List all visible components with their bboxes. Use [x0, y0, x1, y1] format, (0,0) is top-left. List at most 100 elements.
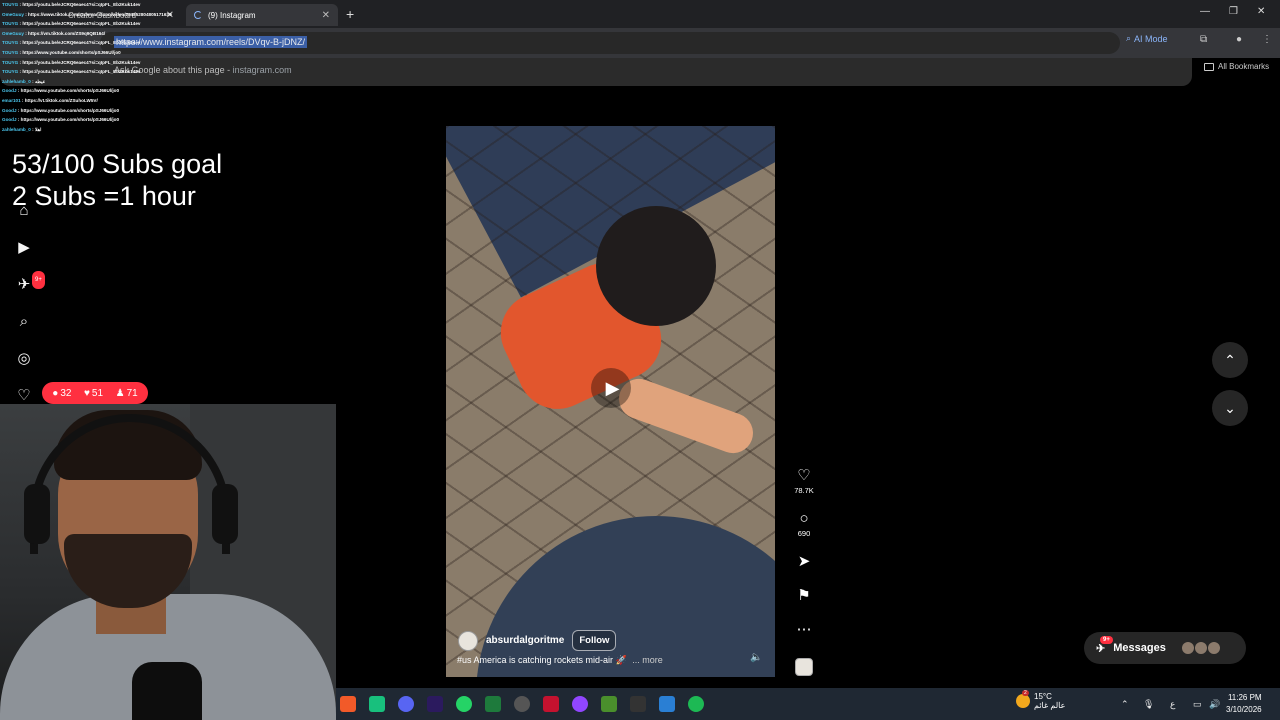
more-link[interactable]: ... more	[632, 655, 663, 665]
chat-message: emar101 : https://vt.tiktok.com/ZSuhoLW5…	[2, 97, 98, 103]
bookmark-icon: ⚑	[797, 587, 811, 604]
message-avatars	[1181, 642, 1220, 654]
profile-icon[interactable]: ●	[1236, 34, 1242, 45]
adobe-icon[interactable]	[543, 696, 559, 712]
play-icon[interactable]: ▶	[591, 368, 631, 408]
weather-widget[interactable]: 2 15°C عالم غائم	[1016, 690, 1065, 710]
address-bar[interactable]: https://www.instagram.com/reels/DVqv-B-j…	[100, 32, 1120, 54]
tab-instagram[interactable]: (9) Instagram ✕	[186, 4, 338, 26]
chat-message: OmeGuuy : https://www.tiktok.com/@demar.…	[2, 10, 172, 20]
chat-username: emar101	[2, 97, 21, 103]
minimize-icon[interactable]: —	[1200, 6, 1210, 17]
chat-text: https://www.youtube.com/shorts/pSJ66Ul/j…	[20, 107, 119, 113]
volume-icon[interactable]: 🔊	[1209, 699, 1220, 710]
notifications-heart-icon[interactable]: ♡	[16, 388, 32, 404]
reel-video[interactable]: ▶ absurdalgoritme Follow #us America is …	[446, 92, 775, 677]
goal-line: 53/100 Subs goal	[12, 149, 223, 179]
network-icon[interactable]: ▭	[1193, 699, 1202, 710]
search-icon: ⌕	[1126, 33, 1132, 43]
activity-popup[interactable]: ● 32 ♥ 51 ♟ 71	[42, 382, 148, 404]
chat-message: TOUYG : https://www.youtube.com/shorts/p…	[2, 49, 121, 55]
next-reel-button[interactable]: ⌄	[1212, 390, 1248, 426]
time: 11:26 PM	[1227, 693, 1262, 702]
follow-button[interactable]: Follow	[572, 630, 617, 651]
messages-button[interactable]: ✈ 9+ Messages	[1084, 632, 1246, 664]
share-button[interactable]: ➤	[790, 554, 818, 570]
minecraft-icon[interactable]	[601, 696, 617, 712]
chat-message: OmeGuuy : https://vm.tiktok.com/ZS9q9QB1…	[2, 30, 106, 36]
explore-icon[interactable]: ◎	[16, 351, 32, 367]
heart-icon: ♥	[83, 387, 90, 399]
maximize-icon[interactable]: ❐	[1229, 6, 1238, 17]
app-icon[interactable]	[659, 696, 675, 712]
caption-text: #us America is catching rockets mid-air …	[457, 655, 627, 665]
all-bookmarks-button[interactable]: All Bookmarks	[1204, 62, 1269, 71]
chevron-up-icon: ⌃	[1224, 351, 1236, 368]
subs-goal-overlay: 53/100 Subs goal 2 Subs =1 hour	[12, 148, 222, 212]
comment-button[interactable]: ○ 690	[790, 511, 818, 539]
chat-username: OmeGuuy	[2, 11, 24, 17]
chat-text: https://www.youtube.com/shorts/pSJ66Ul/j…	[20, 88, 119, 94]
chat-username: GoodJ	[2, 107, 17, 113]
weather-cloud-icon	[1016, 694, 1030, 708]
app-icon[interactable]	[572, 696, 588, 712]
screen: Creator Dashboard ✕ (9) Instagram ✕ + — …	[0, 0, 1280, 720]
chat-text: https://vm.tiktok.com/ZS9q9QB164/	[28, 30, 106, 36]
likes-count: ♥ 51	[84, 388, 103, 399]
streamer-webcam	[0, 404, 336, 720]
extensions-icon[interactable]: ⧉	[1200, 34, 1207, 45]
like-button[interactable]: ♡ 78.7K	[790, 468, 818, 496]
omnibox-suggestion[interactable]: Ask Google about this page - instagram.c…	[0, 58, 1192, 86]
epic-games-icon[interactable]	[630, 696, 646, 712]
avatar[interactable]	[458, 630, 478, 651]
messenger-icon[interactable]: ✈ 9+	[16, 271, 45, 293]
store-icon[interactable]	[369, 696, 385, 712]
weather-condition: عالم غائم	[1034, 701, 1066, 710]
new-tab-icon[interactable]: +	[346, 6, 354, 22]
close-tab-icon[interactable]: ✕	[322, 10, 330, 21]
save-button[interactable]: ⚑	[790, 588, 818, 604]
reel-caption: #us America is catching rockets mid-air …	[457, 655, 663, 666]
suggestion-domain: instagram.com	[232, 65, 292, 75]
weather-text: 15°C عالم غائم	[1034, 692, 1065, 710]
likes-value: 51	[91, 387, 104, 399]
chat-text: https://www.tiktok.com/@demar.dixon/vide…	[28, 11, 172, 17]
search-icon[interactable]: ⌕	[16, 314, 32, 330]
stream-chat-overlay: TOUYG : https://youtu.be/eJCRQ6eaec4?si=…	[2, 0, 172, 134]
input-language[interactable]: ع	[1170, 699, 1175, 710]
reels-icon[interactable]: ▶	[16, 240, 32, 256]
chat-text: https://youtu.be/eJCRQ6eaec4?si=qIpFL_Eb…	[22, 59, 141, 65]
whatsapp-icon[interactable]	[456, 696, 472, 712]
username[interactable]: absurdalgoritme	[486, 635, 564, 646]
mute-icon[interactable]: 🔈	[750, 652, 762, 663]
brave-icon[interactable]	[340, 696, 356, 712]
close-window-icon[interactable]: ✕	[1257, 6, 1265, 17]
chat-text: https://youtu.be/eJCRQ6eaec4?si=qIpFL_Eb…	[22, 40, 141, 46]
microphone	[132, 662, 202, 720]
chat-username: TOUYG	[2, 21, 19, 27]
excel-icon[interactable]	[485, 696, 501, 712]
chat-username: OmeGuuy	[2, 30, 24, 36]
chat-message: TOUYG : https://youtu.be/eJCRQ6eaec4?si=…	[2, 2, 141, 7]
messages-badge: 9+	[1100, 636, 1113, 644]
chat-text: https://www.youtube.com/shorts/pSJ66Ul/j…	[20, 117, 119, 123]
microphone-icon[interactable]: 🎙	[1143, 699, 1154, 710]
folder-icon	[1204, 62, 1214, 71]
chat-username: TOUYG	[2, 49, 19, 55]
bookmarks-label: All Bookmarks	[1218, 62, 1270, 71]
headset-ear-right	[212, 484, 238, 544]
more-options-button[interactable]: ⋯	[790, 622, 818, 638]
spotify-icon[interactable]	[688, 696, 704, 712]
audio-thumbnail[interactable]	[795, 658, 813, 676]
previous-reel-button[interactable]: ⌃	[1212, 342, 1248, 378]
ai-mode-button[interactable]: ⌕ AI Mode	[1126, 33, 1168, 44]
more-icon: ⋯	[796, 621, 812, 638]
chevron-up-icon[interactable]: ⌃	[1121, 699, 1129, 710]
discord-icon[interactable]	[398, 696, 414, 712]
browser-toolbar: https://www.instagram.com/reels/DVqv-B-j…	[0, 28, 1280, 58]
menu-kebab-icon[interactable]: ⋮	[1262, 34, 1272, 45]
premiere-icon[interactable]	[427, 696, 443, 712]
date: 3/10/2026	[1226, 705, 1262, 714]
obs-icon[interactable]	[514, 696, 530, 712]
clock[interactable]: 11:26 PM 3/10/2026	[1226, 692, 1262, 716]
